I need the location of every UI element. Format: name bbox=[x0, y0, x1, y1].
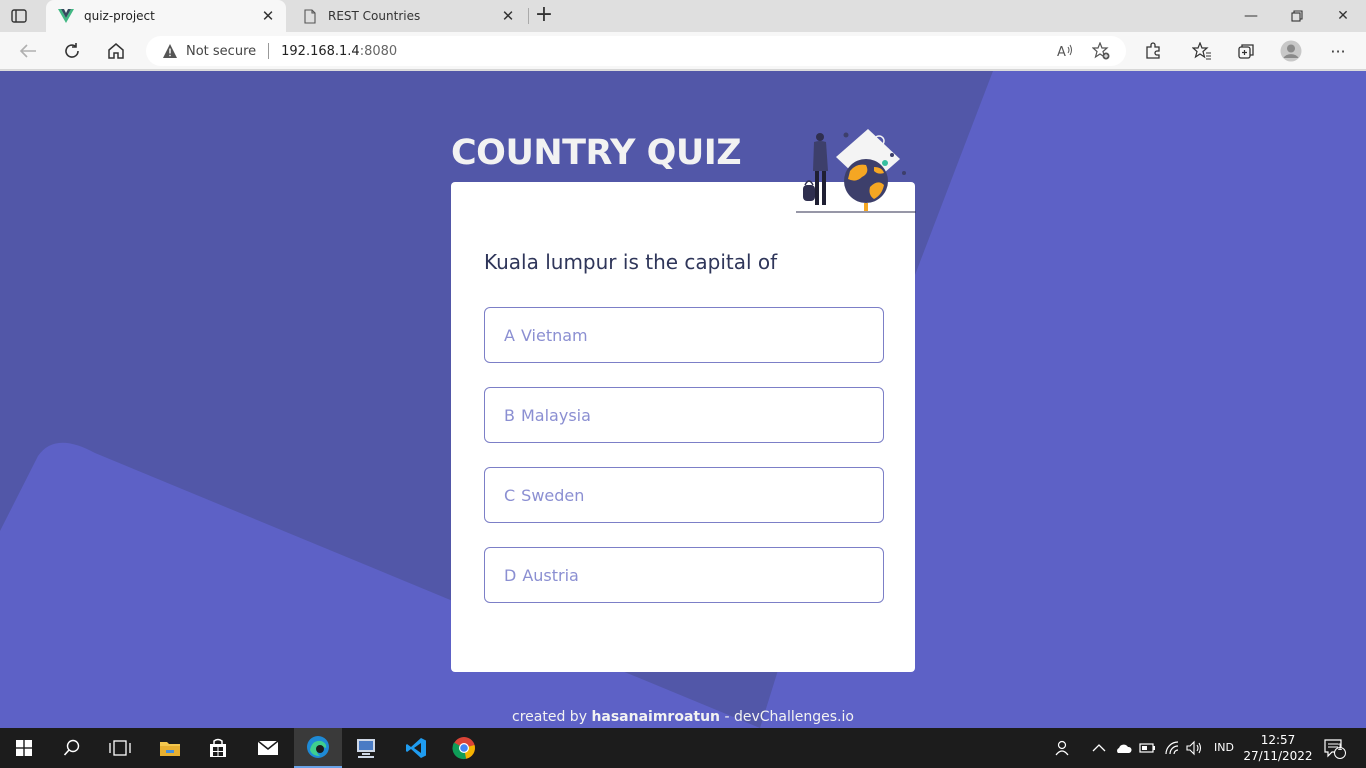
more-menu-icon[interactable]: ··· bbox=[1327, 40, 1349, 62]
clock-time: 12:57 bbox=[1260, 733, 1296, 747]
footer-author: hasanaimroatun bbox=[591, 709, 721, 725]
remote-desktop-icon[interactable] bbox=[342, 728, 390, 768]
option-letter: A bbox=[504, 325, 515, 345]
restore-icon[interactable] bbox=[1274, 0, 1320, 32]
volume-icon[interactable] bbox=[1186, 740, 1204, 756]
question-text: Kuala lumpur is the capital of bbox=[484, 250, 778, 274]
file-explorer-icon[interactable] bbox=[146, 728, 194, 768]
chrome-icon[interactable] bbox=[440, 728, 488, 768]
browser-toolbar: Not secure 192.168.1.4:8080 A ··· bbox=[0, 32, 1366, 70]
wifi-icon[interactable] bbox=[1164, 740, 1182, 756]
battery-icon[interactable] bbox=[1139, 740, 1157, 756]
tab-actions-icon[interactable] bbox=[10, 7, 28, 25]
start-menu-icon[interactable] bbox=[0, 728, 48, 768]
edge-browser-icon[interactable] bbox=[294, 728, 342, 768]
tab-title: quiz-project bbox=[84, 9, 155, 23]
page-icon bbox=[302, 8, 318, 24]
tab-separator bbox=[528, 8, 529, 24]
option-text: Malaysia bbox=[520, 405, 591, 425]
minimize-icon[interactable]: — bbox=[1228, 0, 1274, 32]
vscode-icon[interactable] bbox=[392, 728, 440, 768]
read-aloud-icon[interactable]: A bbox=[1056, 42, 1074, 60]
onedrive-icon[interactable] bbox=[1114, 740, 1132, 756]
notification-count: 1 bbox=[1337, 743, 1343, 753]
svg-text:A: A bbox=[1057, 45, 1066, 60]
extensions-icon[interactable] bbox=[1142, 40, 1164, 62]
option-text: Vietnam bbox=[520, 325, 588, 345]
search-icon[interactable] bbox=[48, 728, 96, 768]
quiz-card: Kuala lumpur is the capital of A Vietnam… bbox=[451, 182, 915, 672]
option-letter: D bbox=[504, 565, 517, 585]
system-clock[interactable]: 12:57 27/11/2022 bbox=[1242, 732, 1314, 764]
vue-logo-icon bbox=[58, 8, 74, 24]
url-port[interactable]: :8080 bbox=[360, 44, 397, 59]
task-view-icon[interactable] bbox=[96, 728, 144, 768]
footer-suffix: - devChallenges.io bbox=[720, 709, 854, 725]
option-c-button[interactable]: C Sweden bbox=[484, 467, 884, 523]
option-d-button[interactable]: D Austria bbox=[484, 547, 884, 603]
close-tab-icon[interactable]: ✕ bbox=[260, 8, 276, 24]
quiz-title: COUNTRY QUIZ bbox=[451, 133, 742, 173]
tab-quiz-project[interactable]: quiz-project ✕ bbox=[46, 0, 286, 32]
add-favorite-icon[interactable] bbox=[1091, 41, 1110, 60]
favorites-icon[interactable] bbox=[1191, 40, 1213, 62]
profile-avatar-icon[interactable] bbox=[1280, 40, 1302, 62]
people-icon[interactable] bbox=[1055, 740, 1071, 756]
quiz-page: COUNTRY QUIZ Kuala lumpur is the capital… bbox=[0, 71, 1366, 728]
option-text: Austria bbox=[522, 565, 579, 585]
windows-taskbar: IND 12:57 27/11/2022 1 bbox=[0, 728, 1366, 768]
footer-prefix: created by bbox=[512, 709, 592, 725]
option-b-button[interactable]: B Malaysia bbox=[484, 387, 884, 443]
language-indicator[interactable]: IND bbox=[1214, 741, 1234, 757]
address-divider bbox=[268, 43, 270, 59]
close-window-icon[interactable]: ✕ bbox=[1320, 0, 1366, 32]
option-letter: B bbox=[504, 405, 515, 425]
page-footer: created by hasanaimroatun - devChallenge… bbox=[0, 709, 1366, 725]
address-bar[interactable]: Not secure 192.168.1.4:8080 A bbox=[146, 36, 1126, 66]
mail-icon[interactable] bbox=[244, 728, 292, 768]
collections-icon[interactable] bbox=[1235, 40, 1257, 62]
option-text: Sweden bbox=[521, 485, 585, 505]
close-tab-icon[interactable]: ✕ bbox=[500, 8, 516, 24]
option-a-button[interactable]: A Vietnam bbox=[484, 307, 884, 363]
tab-bar: quiz-project ✕ REST Countries ✕ + — ✕ bbox=[0, 0, 1366, 32]
microsoft-store-icon[interactable] bbox=[194, 728, 242, 768]
refresh-icon[interactable] bbox=[61, 40, 83, 62]
traveller-globe-illustration bbox=[796, 129, 916, 213]
back-icon[interactable] bbox=[17, 40, 39, 62]
clock-date: 27/11/2022 bbox=[1243, 749, 1313, 763]
home-icon[interactable] bbox=[105, 40, 127, 62]
option-letter: C bbox=[504, 485, 516, 505]
tab-rest-countries[interactable]: REST Countries ✕ bbox=[290, 0, 526, 32]
security-label[interactable]: Not secure bbox=[186, 44, 256, 59]
url-host[interactable]: 192.168.1.4 bbox=[281, 44, 360, 59]
show-hidden-icons-icon[interactable] bbox=[1092, 740, 1106, 756]
warning-icon[interactable] bbox=[162, 43, 178, 59]
new-tab-icon[interactable]: + bbox=[534, 4, 554, 27]
notification-center-icon[interactable]: 1 bbox=[1324, 739, 1350, 759]
tab-title: REST Countries bbox=[328, 9, 421, 23]
